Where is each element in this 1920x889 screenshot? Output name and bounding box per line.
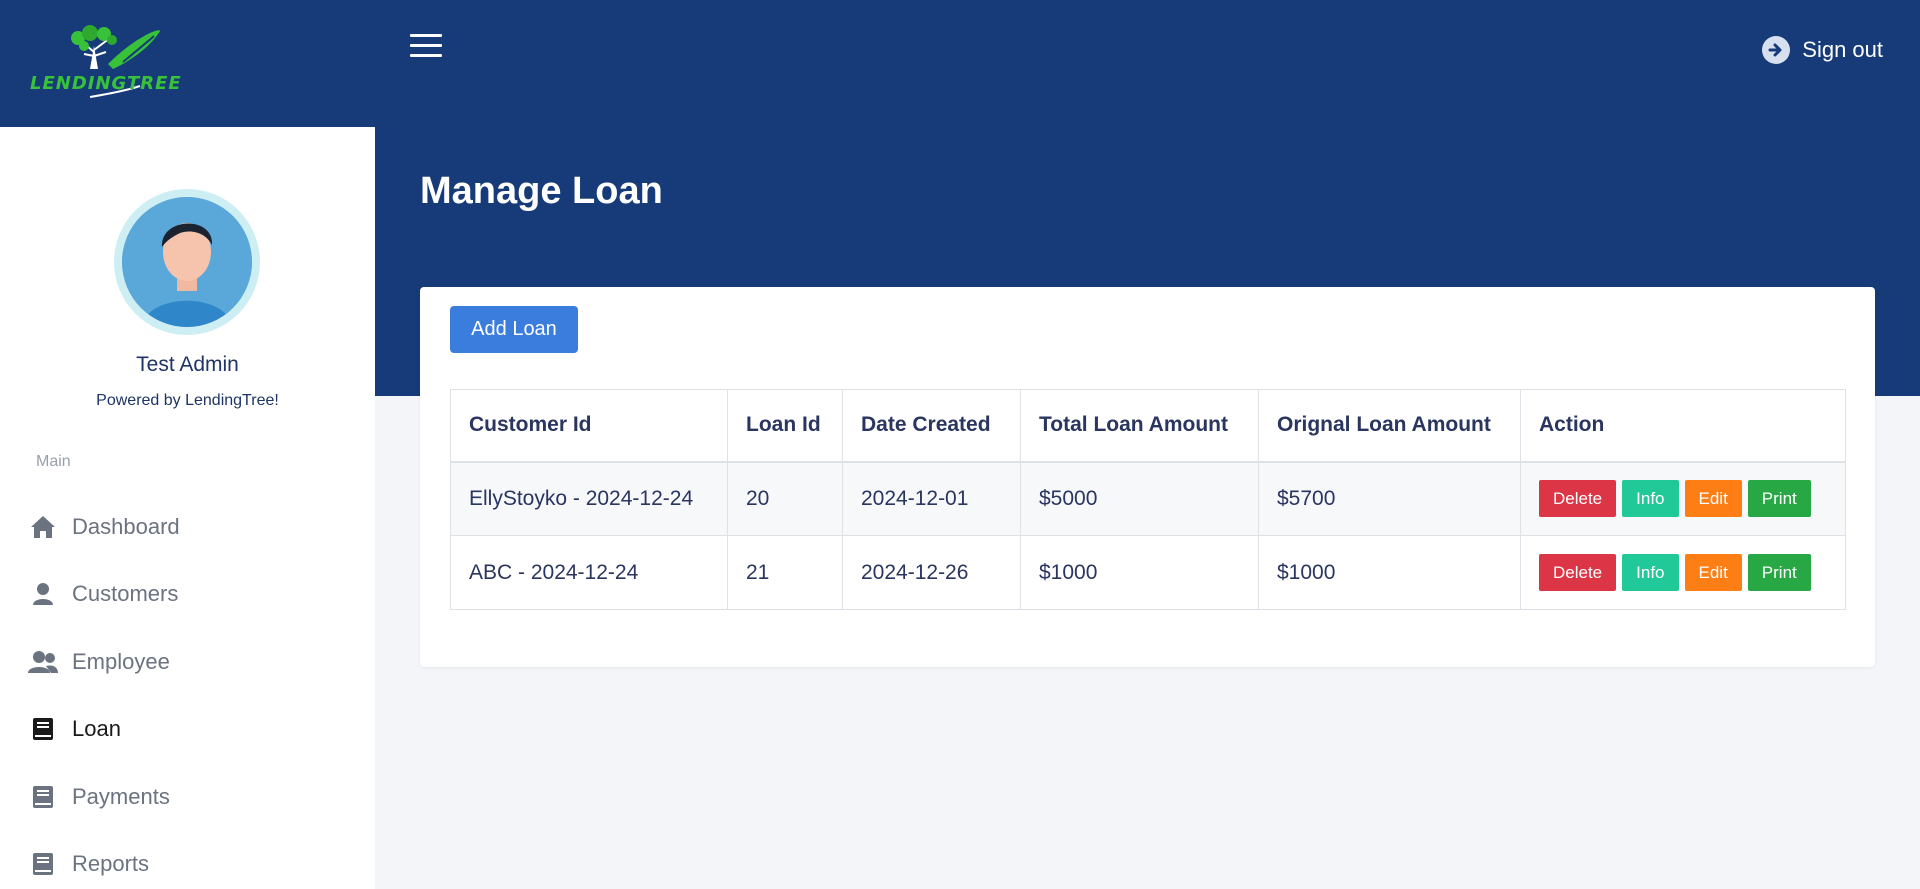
- sidebar-item-employee[interactable]: Employee: [0, 628, 375, 696]
- cell-date-created: 2024-12-26: [842, 535, 1021, 610]
- column-header: Loan Id: [727, 389, 843, 463]
- delete-button[interactable]: Delete: [1539, 480, 1617, 518]
- sidebar-item-payments[interactable]: Payments: [0, 763, 375, 831]
- book-icon: [28, 850, 58, 878]
- section-label: Main: [36, 453, 71, 470]
- sidebar-item-label: Customers: [72, 581, 179, 607]
- home-icon: [28, 513, 58, 541]
- cell-total-amount: $5000: [1020, 461, 1259, 536]
- sidebar-item-label: Loan: [72, 716, 121, 742]
- cell-loan-id: 21: [727, 535, 843, 610]
- book-icon: [28, 715, 58, 743]
- users-icon: [28, 648, 58, 676]
- table-header-row: Customer Id Loan Id Date Created Total L…: [450, 389, 1846, 463]
- sidebar-item-label: Dashboard: [72, 513, 180, 539]
- book-icon: [28, 783, 58, 811]
- add-loan-button[interactable]: Add Loan: [450, 306, 578, 353]
- page-title: Manage Loan: [420, 170, 663, 212]
- cell-actions: Delete Info Edit Print: [1520, 461, 1846, 536]
- cell-original-amount: $5700: [1258, 461, 1521, 536]
- avatar: [114, 189, 260, 335]
- loan-table: Customer Id Loan Id Date Created Total L…: [450, 389, 1846, 610]
- arrow-right-circle-icon: [1762, 36, 1791, 64]
- cell-total-amount: $1000: [1020, 535, 1259, 610]
- sidebar-item-loan[interactable]: Loan: [0, 696, 375, 764]
- menu-toggle-icon[interactable]: [410, 34, 442, 60]
- cell-actions: Delete Info Edit Print: [1520, 535, 1846, 610]
- sidebar-item-label: Employee: [72, 648, 170, 674]
- cell-date-created: 2024-12-01: [842, 461, 1021, 536]
- print-button[interactable]: Print: [1747, 554, 1811, 591]
- sidebar: Test Admin Powered by LendingTree! Main …: [0, 127, 375, 889]
- table-row: EllyStoyko - 2024-12-24 20 2024-12-01 $5…: [450, 461, 1846, 536]
- column-header: Total Loan Amount: [1020, 389, 1259, 463]
- signout-button[interactable]: Sign out: [1762, 34, 1883, 66]
- column-header: Orignal Loan Amount: [1258, 389, 1521, 463]
- column-header: Date Created: [842, 389, 1021, 463]
- delete-button[interactable]: Delete: [1539, 554, 1617, 591]
- info-button[interactable]: Info: [1622, 554, 1679, 591]
- powered-by: Powered by LendingTree!: [96, 392, 279, 409]
- sidebar-item-customers[interactable]: Customers: [0, 561, 375, 629]
- user-icon: [28, 580, 58, 608]
- print-button[interactable]: Print: [1747, 480, 1811, 518]
- edit-button[interactable]: Edit: [1684, 480, 1742, 518]
- sidebar-item-dashboard[interactable]: Dashboard: [0, 493, 375, 561]
- logo-area: LENDINGTREE: [0, 0, 375, 127]
- column-header: Action: [1520, 389, 1846, 463]
- column-header: Customer Id: [450, 389, 728, 463]
- sidebar-item-reports[interactable]: Reports: [0, 831, 375, 889]
- cell-customer-id: EllyStoyko - 2024-12-24: [450, 461, 728, 536]
- sidebar-item-label: Payments: [72, 783, 170, 809]
- edit-button[interactable]: Edit: [1684, 554, 1742, 591]
- info-button[interactable]: Info: [1622, 480, 1679, 518]
- cell-customer-id: ABC - 2024-12-24: [450, 535, 728, 610]
- logo-text: LENDINGTREE: [30, 73, 182, 94]
- cell-original-amount: $1000: [1258, 535, 1521, 610]
- loan-card: Add Loan Customer Id Loan Id Date Create…: [420, 287, 1875, 667]
- user-name: Test Admin: [136, 353, 239, 376]
- table-row: ABC - 2024-12-24 21 2024-12-26 $1000 $10…: [450, 535, 1846, 610]
- sidebar-item-label: Reports: [72, 851, 150, 877]
- signout-label: Sign out: [1802, 37, 1883, 62]
- cell-loan-id: 20: [727, 461, 843, 536]
- sidebar-nav: Dashboard Customers Employee Loan Paymen…: [0, 493, 375, 889]
